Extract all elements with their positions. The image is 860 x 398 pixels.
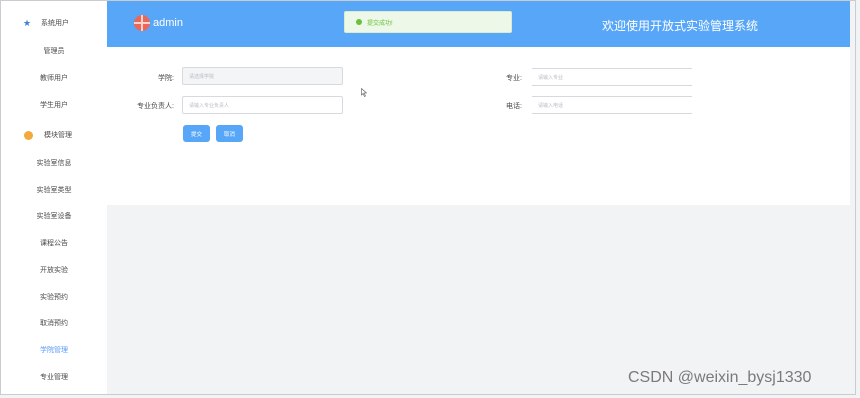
- sidebar-item-label: 学生用户: [40, 102, 68, 109]
- welcome-title: 欢迎使用开放式实验管理系统: [602, 19, 759, 33]
- username[interactable]: admin: [153, 17, 183, 29]
- sidebar-item-students[interactable]: 学生用户: [1, 95, 107, 115]
- sidebar-item-college-management[interactable]: 学院管理: [1, 340, 107, 360]
- sidebar-item-label: 专业管理: [40, 374, 68, 381]
- sidebar-item-label: 开放实验: [40, 267, 68, 274]
- sidebar-item-label: 学院管理: [40, 347, 68, 354]
- sidebar-item-label: 教师用户: [40, 75, 68, 82]
- sidebar-item-label: 课程公告: [40, 240, 68, 247]
- sidebar-item-reservation[interactable]: 实验预约: [1, 287, 107, 307]
- avatar[interactable]: [134, 15, 150, 31]
- watermark: CSDN @weixin_bysj1330: [628, 369, 812, 386]
- sidebar-item-label: 取消预约: [40, 320, 68, 327]
- sidebar-item-lab-info[interactable]: 实验室信息: [1, 153, 107, 173]
- cancel-button[interactable]: 取消: [216, 125, 243, 142]
- success-check-icon: [356, 19, 362, 25]
- app-window: ★ 系统用户 管理员 教师用户 学生用户 模块管理 实验室信息 实验室类型 实验…: [0, 0, 860, 398]
- sidebar-item-major-management[interactable]: 专业管理: [1, 367, 107, 387]
- mouse-cursor-icon: [361, 88, 367, 97]
- sidebar-item-lab-type[interactable]: 实验室类型: [1, 180, 107, 200]
- sidebar-item-label: 模块管理: [44, 132, 72, 139]
- dot-icon: [24, 130, 33, 140]
- sidebar-group-system-users[interactable]: ★ 系统用户: [1, 13, 107, 33]
- leader-placeholder: 请输入专业负责人: [189, 102, 230, 109]
- sidebar-group-modules[interactable]: 模块管理: [1, 125, 107, 145]
- major-form-panel: 学院: 请选择学院 专业: 请输入专业 专业负责人: 请输入专业负责人 电话: …: [107, 47, 850, 205]
- sidebar-item-label: 系统用户: [41, 20, 69, 27]
- sidebar-item-label: 实验室设备: [36, 213, 72, 220]
- leader-input[interactable]: 请输入专业负责人: [182, 96, 343, 114]
- sidebar-item-label: 实验预约: [40, 294, 68, 301]
- sidebar-item-label: 实验室信息: [36, 160, 72, 167]
- top-header: admin 提交成功! 欢迎使用开放式实验管理系统: [107, 1, 850, 47]
- major-input[interactable]: 请输入专业: [532, 68, 692, 86]
- toast-message: 提交成功!: [367, 20, 393, 27]
- phone-label: 电话:: [506, 103, 522, 110]
- sidebar-item-label: 管理员: [43, 48, 65, 55]
- sidebar-item-course-notice[interactable]: 课程公告: [1, 233, 107, 253]
- college-placeholder: 请选择学院: [189, 73, 215, 80]
- sidebar-item-open-experiment[interactable]: 开放实验: [1, 260, 107, 280]
- star-icon: ★: [23, 17, 32, 28]
- submit-button[interactable]: 提交: [183, 125, 210, 142]
- college-select[interactable]: 请选择学院: [182, 67, 343, 85]
- sidebar-item-admin[interactable]: 管理员: [1, 41, 107, 61]
- leader-label: 专业负责人:: [137, 103, 174, 110]
- sidebar: ★ 系统用户 管理员 教师用户 学生用户 模块管理 实验室信息 实验室类型 实验…: [1, 1, 107, 394]
- phone-placeholder: 请输入电话: [538, 102, 564, 109]
- sidebar-item-lab-equipment[interactable]: 实验室设备: [1, 206, 107, 226]
- sidebar-item-cancel-reservation[interactable]: 取消预约: [1, 313, 107, 333]
- sidebar-item-teachers[interactable]: 教师用户: [1, 68, 107, 88]
- success-toast: 提交成功!: [344, 11, 512, 33]
- phone-input[interactable]: 请输入电话: [532, 96, 692, 114]
- major-label: 专业:: [506, 75, 522, 82]
- college-label: 学院:: [158, 75, 174, 82]
- major-placeholder: 请输入专业: [538, 74, 564, 81]
- sidebar-item-label: 实验室类型: [36, 187, 72, 194]
